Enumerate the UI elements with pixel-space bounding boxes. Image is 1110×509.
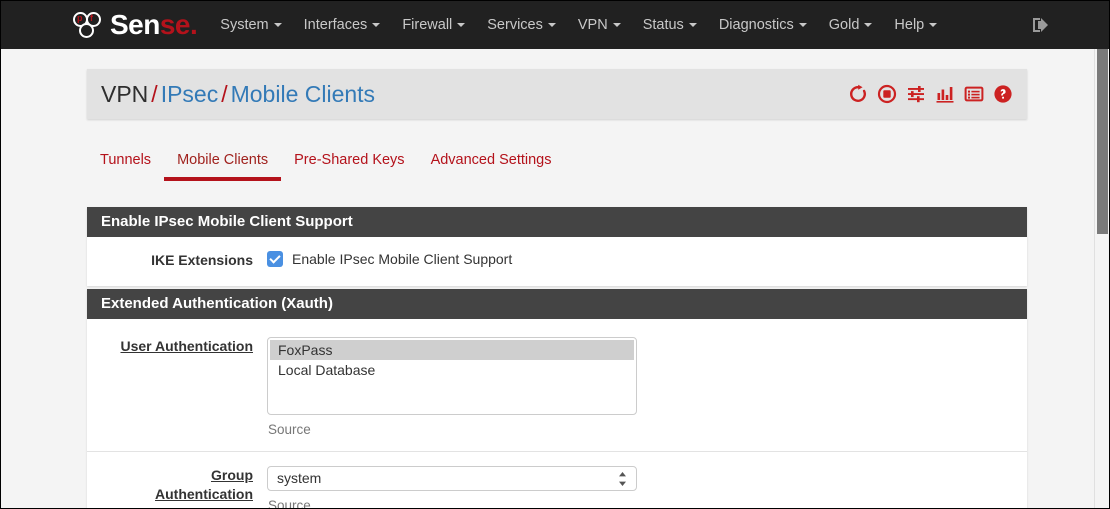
tab-label-tunnels: Tunnels bbox=[100, 152, 152, 168]
label-group-authentication-line1: Group bbox=[211, 467, 253, 483]
listbox-option-local-database[interactable]: Local Database bbox=[270, 360, 634, 380]
menu-item-system[interactable]: System bbox=[209, 1, 292, 49]
breadcrumb-item-mobile-clients[interactable]: Mobile Clients bbox=[231, 81, 375, 107]
menu-item-help[interactable]: Help bbox=[883, 1, 948, 49]
tab-label-advanced-settings: Advanced Settings bbox=[430, 152, 552, 168]
listbox-option-foxpass[interactable]: FoxPass bbox=[270, 340, 634, 360]
menu-label-services: Services bbox=[487, 17, 543, 33]
panel-body-xauth: User Authentication FoxPass Local Databa… bbox=[87, 319, 1027, 509]
logo-circle-3 bbox=[79, 23, 94, 38]
tab-tunnels[interactable]: Tunnels bbox=[87, 149, 164, 177]
menu-item-services[interactable]: Services bbox=[476, 1, 567, 49]
group-authentication-select[interactable]: system bbox=[267, 466, 637, 491]
checkbox-line-enable-support: Enable IPsec Mobile Client Support bbox=[267, 251, 1027, 267]
menu-item-vpn[interactable]: VPN bbox=[567, 1, 632, 49]
menu-item-diagnostics[interactable]: Diagnostics bbox=[708, 1, 818, 49]
chevron-down-icon bbox=[688, 23, 697, 28]
sliders-icon[interactable] bbox=[906, 84, 926, 104]
tab-advanced-settings[interactable]: Advanced Settings bbox=[418, 149, 565, 177]
brand-wordmark: Sense. bbox=[110, 9, 198, 40]
tab-label-mobile-clients: Mobile Clients bbox=[177, 152, 269, 168]
top-navbar: p f Sense. System Interfaces Firewall Se… bbox=[1, 1, 1109, 49]
chevron-down-icon bbox=[372, 23, 381, 28]
chevron-down-icon bbox=[929, 23, 938, 28]
chevron-down-icon bbox=[612, 23, 621, 28]
log-list-icon[interactable] bbox=[964, 84, 984, 104]
help-text-group-authentication-source: Source bbox=[268, 498, 311, 509]
bar-chart-icon[interactable] bbox=[935, 84, 955, 104]
chevron-down-icon bbox=[864, 23, 873, 28]
browser-viewport: p f Sense. System Interfaces Firewall Se… bbox=[0, 0, 1110, 509]
breadcrumb-separator: / bbox=[221, 80, 228, 107]
tab-bar: Tunnels Mobile Clients Pre-Shared Keys A… bbox=[87, 149, 1027, 181]
label-ike-extensions: IKE Extensions bbox=[151, 252, 253, 268]
menu-item-gold[interactable]: Gold bbox=[818, 1, 884, 49]
user-authentication-listbox[interactable]: FoxPass Local Database bbox=[267, 337, 637, 415]
pfsense-logo-mark: p f bbox=[73, 12, 107, 38]
chevron-down-icon bbox=[273, 23, 282, 28]
field-user-authentication: FoxPass Local Database Source bbox=[267, 337, 1027, 437]
main-menu: System Interfaces Firewall Services VPN … bbox=[209, 1, 948, 49]
logo-letter-p: p bbox=[77, 13, 83, 23]
panel-enable-mobile-client-support: Enable IPsec Mobile Client Support IKE E… bbox=[87, 207, 1027, 286]
form-row-user-authentication: User Authentication FoxPass Local Databa… bbox=[87, 319, 1027, 451]
panel-title-enable-support: Enable IPsec Mobile Client Support bbox=[87, 207, 1027, 237]
page-scrollbar[interactable] bbox=[1094, 49, 1109, 508]
page-action-icons bbox=[848, 84, 1013, 104]
brand-dot: . bbox=[190, 9, 198, 40]
menu-label-firewall: Firewall bbox=[402, 17, 453, 33]
field-group-authentication: system Source bbox=[267, 466, 1027, 509]
checkbox-label-enable-support: Enable IPsec Mobile Client Support bbox=[292, 251, 513, 267]
menu-label-interfaces: Interfaces bbox=[303, 17, 368, 33]
form-row-ike-extensions: IKE Extensions Enable IPsec Mobile Clien… bbox=[87, 237, 1027, 286]
brand-text-se: se bbox=[159, 9, 191, 40]
field-enable-support: Enable IPsec Mobile Client Support bbox=[267, 251, 1027, 267]
tab-pre-shared-keys[interactable]: Pre-Shared Keys bbox=[281, 149, 417, 177]
panel-title-xauth: Extended Authentication (Xauth) bbox=[87, 289, 1027, 319]
help-circle-icon[interactable] bbox=[993, 84, 1013, 104]
menu-label-help: Help bbox=[894, 17, 925, 33]
label-user-authentication[interactable]: User Authentication bbox=[87, 337, 267, 356]
menu-label-system: System bbox=[220, 17, 269, 33]
label-group-authentication-line2: Authentication bbox=[155, 486, 253, 502]
menu-item-interfaces[interactable]: Interfaces bbox=[293, 1, 392, 49]
group-authentication-selected-value: system bbox=[277, 470, 322, 486]
menu-item-status[interactable]: Status bbox=[632, 1, 708, 49]
chevron-down-icon bbox=[547, 23, 556, 28]
chevron-down-icon bbox=[457, 23, 466, 28]
pfsense-logo[interactable]: p f Sense. bbox=[73, 1, 198, 49]
menu-label-gold: Gold bbox=[828, 17, 860, 33]
tab-label-pre-shared-keys: Pre-Shared Keys bbox=[294, 152, 405, 168]
panel-body-enable-support: IKE Extensions Enable IPsec Mobile Clien… bbox=[87, 237, 1027, 286]
form-row-group-authentication: Group Authentication system Source bbox=[87, 451, 1027, 509]
label-group-authentication[interactable]: Group Authentication bbox=[87, 466, 267, 504]
scrollbar-thumb[interactable] bbox=[1097, 49, 1108, 234]
panel-extended-authentication: Extended Authentication (Xauth) User Aut… bbox=[87, 289, 1027, 509]
breadcrumb-item-ipsec[interactable]: IPsec bbox=[161, 81, 219, 107]
stepper-arrows-icon bbox=[619, 472, 626, 486]
tab-mobile-clients[interactable]: Mobile Clients bbox=[164, 149, 282, 181]
breadcrumb-separator: / bbox=[151, 80, 158, 107]
chevron-down-icon bbox=[798, 23, 807, 28]
brand-text-sen: Sen bbox=[110, 9, 160, 40]
refresh-icon[interactable] bbox=[848, 84, 868, 104]
sign-out-icon[interactable] bbox=[1029, 13, 1053, 37]
breadcrumb: VPN / IPsec / Mobile Clients bbox=[101, 81, 375, 108]
help-text-user-authentication-source: Source bbox=[268, 422, 311, 437]
menu-label-vpn: VPN bbox=[577, 17, 608, 33]
menu-item-firewall[interactable]: Firewall bbox=[391, 1, 476, 49]
stop-icon[interactable] bbox=[877, 84, 897, 104]
page-header-bar: VPN / IPsec / Mobile Clients bbox=[87, 69, 1027, 119]
logo-letter-f: f bbox=[90, 13, 93, 23]
menu-label-diagnostics: Diagnostics bbox=[718, 17, 794, 33]
enable-mobile-client-support-checkbox[interactable] bbox=[267, 251, 283, 267]
menu-label-status: Status bbox=[642, 17, 684, 33]
breadcrumb-item-vpn: VPN bbox=[101, 80, 149, 107]
